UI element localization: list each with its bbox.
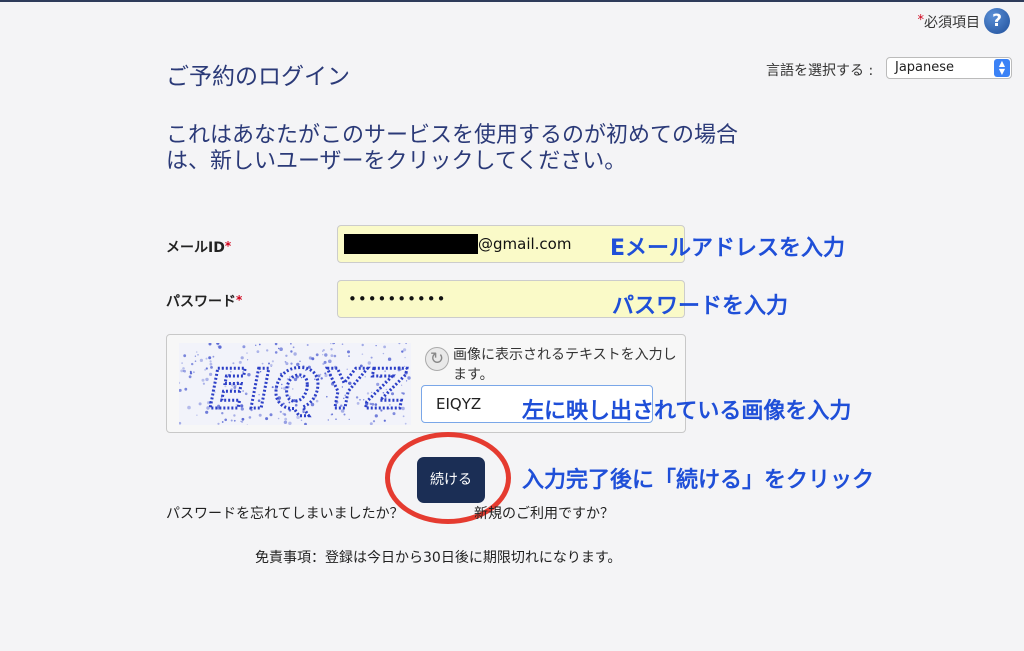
refresh-icon[interactable]: ↻ [425, 347, 449, 371]
captcha-hint: 画像に表示されるテキストを入力します。 [453, 347, 677, 383]
annotation-email: Eメールアドレスを入力 [610, 236, 846, 261]
language-label: 言語を選択する : [766, 63, 874, 79]
required-label: 必須項目 [924, 15, 980, 31]
forgot-password-link[interactable]: パスワードを忘れてしまいましたか？ [166, 503, 404, 523]
language-selected-value: Japanese [895, 60, 955, 75]
redacted-email-username [344, 234, 478, 254]
language-select[interactable]: Japanese ▲ ▼ [886, 57, 1012, 79]
password-label: パスワード* [166, 291, 242, 311]
required-fields-note: *必須項目 [918, 12, 981, 32]
annotation-password: パスワードを入力 [612, 294, 789, 319]
page-title: ご予約のログイン [166, 64, 350, 90]
intro-text: これはあなたがこのサービスを使用するのが初めての場合は、新しいユーザーをクリック… [166, 123, 739, 174]
email-label-text: メールID [166, 240, 225, 256]
help-icon[interactable]: ? [984, 8, 1010, 34]
disclaimer-text: 免責事項：登録は今日から30日後に期限切れになります。 [255, 550, 622, 566]
chevron-updown-icon: ▲ ▼ [994, 59, 1010, 77]
required-star: * [236, 293, 243, 307]
annotation-captcha: 左に映し出されている画像を入力 [522, 399, 852, 424]
email-value-suffix: @gmail.com [478, 235, 572, 253]
captcha-image-text: EIQYZ [209, 358, 410, 421]
continue-button[interactable]: 続ける [417, 457, 485, 503]
captcha-image: EIQYZ [179, 343, 411, 425]
annotation-continue: 入力完了後に「続ける」をクリック [522, 468, 875, 493]
required-star: * [224, 239, 232, 253]
password-label-text: パスワード [166, 294, 236, 310]
password-value: •••••••••• [348, 290, 447, 308]
top-border [0, 0, 1024, 2]
email-label: メールID* [166, 237, 231, 257]
new-user-link[interactable]: 新規のご利用ですか？ [474, 503, 614, 523]
